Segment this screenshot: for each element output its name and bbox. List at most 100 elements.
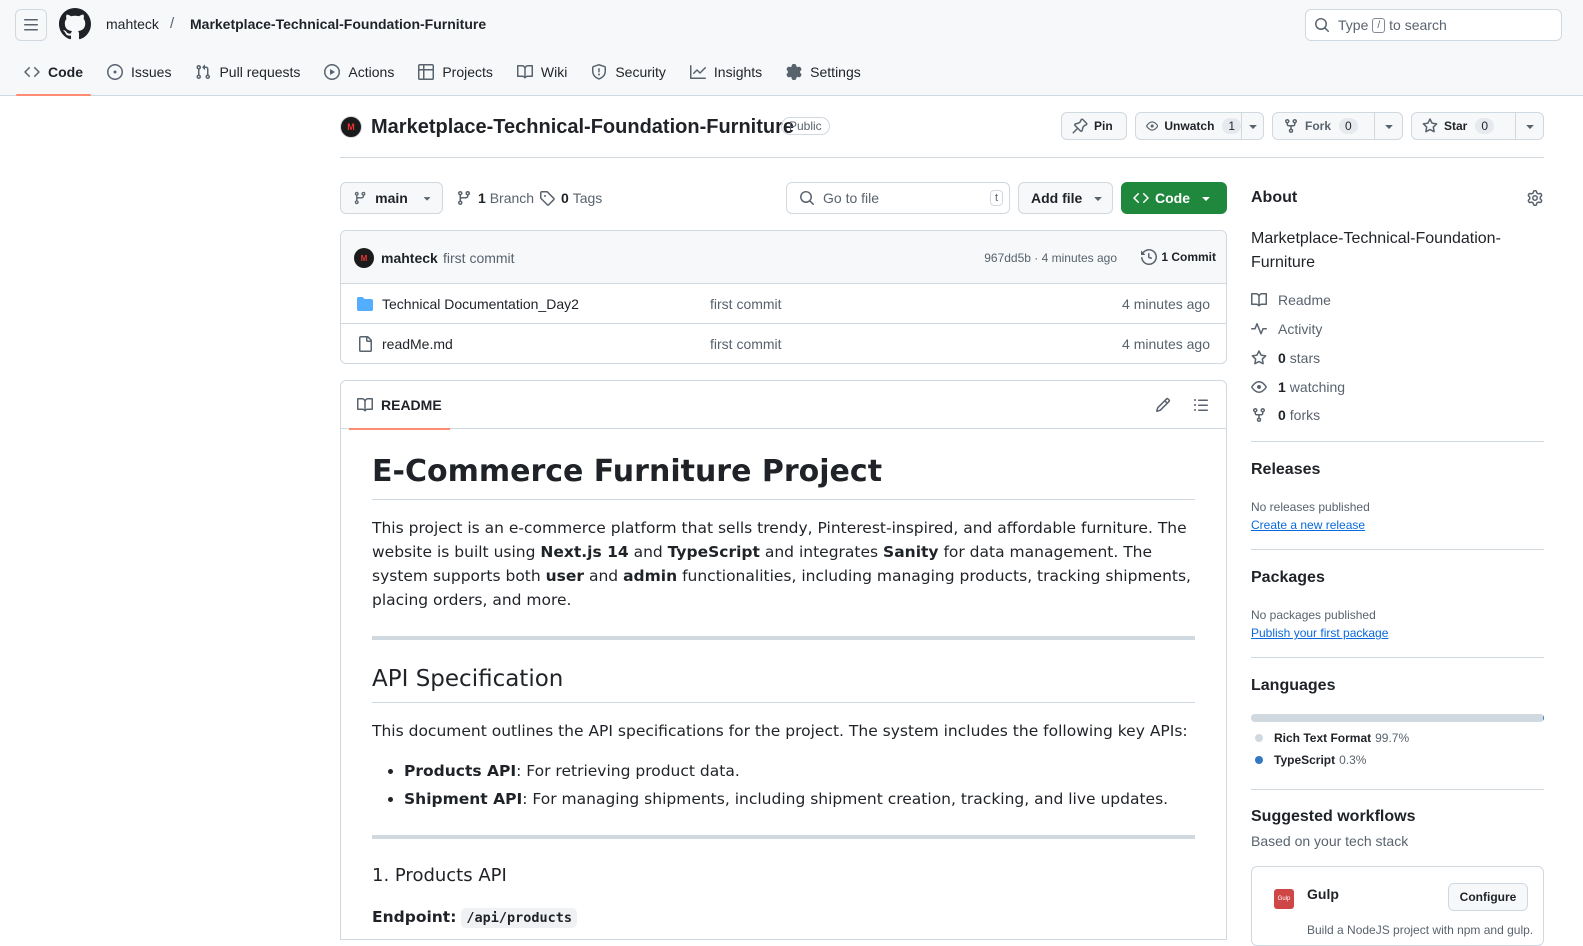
- star-icon: [1422, 118, 1438, 133]
- add-file-label: Add file: [1031, 190, 1083, 206]
- language-item[interactable]: Rich Text Format 99.7%: [1255, 731, 1409, 745]
- create-release-link[interactable]: Create a new release: [1251, 518, 1365, 532]
- about-link-readme[interactable]: Readme: [1251, 292, 1331, 308]
- file-name[interactable]: Technical Documentation_Day2: [382, 296, 579, 312]
- branches-link[interactable]: 1 Branch: [456, 190, 534, 206]
- about-description: Marketplace-Technical-Foundation-Furnitu…: [1251, 230, 1501, 271]
- search-icon: [800, 191, 814, 205]
- go-to-file-placeholder: Go to file: [823, 190, 880, 206]
- about-link-activity[interactable]: Activity: [1251, 321, 1322, 337]
- tags-link[interactable]: 0 Tags: [539, 190, 602, 206]
- tab-projects[interactable]: Projects: [410, 56, 501, 88]
- about-link-watching[interactable]: 1 watching: [1251, 379, 1345, 395]
- star-dropdown-caret[interactable]: [1515, 113, 1543, 139]
- file-icon: [359, 336, 372, 352]
- list-item: Shipment API: For managing shipments, in…: [404, 787, 1195, 811]
- fork-dropdown-caret[interactable]: [1374, 113, 1402, 139]
- code-button-label: Code: [1155, 190, 1190, 206]
- issue-icon: [107, 64, 123, 80]
- tab-security[interactable]: Security: [583, 56, 674, 88]
- triangle-down-icon: [423, 197, 431, 201]
- tab-label: Wiki: [540, 64, 568, 80]
- graph-icon: [689, 65, 706, 79]
- code-button[interactable]: Code: [1121, 182, 1227, 214]
- fork-label: Fork: [1305, 119, 1332, 133]
- triangle-down-icon: [1094, 197, 1102, 201]
- readme-tab[interactable]: README: [349, 381, 450, 430]
- file-age: 4 minutes ago: [1122, 296, 1210, 312]
- tag-count: 0: [561, 190, 569, 206]
- global-search-input[interactable]: Type / to search: [1305, 9, 1562, 41]
- breadcrumb-repo-link[interactable]: Marketplace-Technical-Foundation-Furnitu…: [190, 16, 486, 32]
- repo-title[interactable]: Marketplace-Technical-Foundation-Furnitu…: [371, 116, 794, 139]
- commit-hash-time[interactable]: 967dd5b · 4 minutes ago: [984, 251, 1117, 265]
- tab-insights[interactable]: Insights: [682, 56, 770, 88]
- global-header: mahteck / Marketplace-Technical-Foundati…: [0, 0, 1583, 96]
- tag-icon: [540, 191, 555, 206]
- github-logo-icon[interactable]: [59, 8, 91, 40]
- gear-icon[interactable]: [1527, 190, 1543, 206]
- about-link-stars[interactable]: 0 stars: [1251, 350, 1320, 366]
- sidebar-divider: [1251, 549, 1544, 550]
- go-to-file-input[interactable]: Go to file t: [786, 182, 1010, 214]
- pin-button[interactable]: Pin: [1061, 112, 1127, 140]
- language-bar-segment: [1251, 714, 1544, 722]
- file-name[interactable]: readMe.md: [382, 336, 453, 352]
- readme-endpoint: Endpoint: /api/products: [372, 905, 1195, 930]
- watch-dropdown-caret[interactable]: [1241, 113, 1263, 139]
- readme-h1: E-Commerce Furniture Project: [372, 453, 1195, 500]
- file-row[interactable]: readMe.md first commit 4 minutes ago: [341, 324, 1226, 363]
- eye-icon: [1251, 381, 1267, 393]
- commit-author[interactable]: mahteck: [381, 250, 438, 266]
- list-item: Products API: For retrieving product dat…: [404, 759, 1195, 783]
- history-icon: [1141, 249, 1158, 265]
- readme-api-intro: This document outlines the API specifica…: [372, 722, 1188, 740]
- tab-wiki[interactable]: Wiki: [509, 56, 575, 88]
- publish-package-link[interactable]: Publish your first package: [1251, 626, 1388, 640]
- releases-title[interactable]: Releases: [1251, 461, 1320, 479]
- add-file-button[interactable]: Add file: [1018, 182, 1113, 214]
- tab-settings[interactable]: Settings: [778, 56, 869, 88]
- triangle-down-icon: [1248, 125, 1257, 129]
- tab-actions[interactable]: Actions: [316, 56, 402, 88]
- eye-icon: [1146, 121, 1159, 131]
- file-commit-message[interactable]: first commit: [710, 296, 782, 312]
- tab-code[interactable]: Code: [16, 56, 91, 96]
- readme-h2: API Specification: [372, 664, 1195, 703]
- list-unordered-icon[interactable]: [1193, 397, 1209, 413]
- languages-title: Languages: [1251, 677, 1336, 694]
- tab-pull-requests[interactable]: Pull requests: [187, 56, 308, 88]
- fork-button[interactable]: Fork 0: [1272, 112, 1403, 140]
- packages-title[interactable]: Packages: [1251, 569, 1325, 587]
- unwatch-button[interactable]: Unwatch 1: [1135, 112, 1264, 140]
- commit-history-link[interactable]: 1 Commit: [1141, 249, 1216, 265]
- search-suffix: to search: [1389, 17, 1447, 33]
- search-prefix: Type: [1338, 17, 1369, 33]
- star-button[interactable]: Star 0: [1411, 112, 1544, 140]
- play-icon: [324, 64, 341, 80]
- pin-label: Pin: [1094, 119, 1113, 133]
- workflows-subtitle: Based on your tech stack: [1251, 833, 1409, 849]
- file-row[interactable]: Technical Documentation_Day2 first commi…: [341, 284, 1226, 324]
- commit-message[interactable]: first commit: [443, 250, 515, 266]
- language-item[interactable]: TypeScript 0.3%: [1255, 753, 1366, 767]
- file-commit-message[interactable]: first commit: [710, 336, 782, 352]
- workflow-name: Gulp: [1307, 886, 1339, 902]
- about-link-forks[interactable]: 0 forks: [1251, 407, 1320, 423]
- configure-button[interactable]: Configure: [1448, 883, 1528, 911]
- commit-author-avatar[interactable]: M: [354, 248, 374, 268]
- pencil-icon[interactable]: [1155, 397, 1171, 413]
- about-title: About: [1251, 189, 1298, 206]
- file-age: 4 minutes ago: [1122, 336, 1210, 352]
- search-icon: [1315, 18, 1329, 32]
- latest-commit-bar: M mahteck first commit 967dd5b · 4 minut…: [341, 231, 1226, 284]
- file-row-icon: [357, 296, 373, 312]
- sidebar-divider: [1251, 789, 1544, 790]
- gulp-logo-icon: Gulp: [1274, 889, 1294, 909]
- breadcrumb-owner-link[interactable]: mahteck: [106, 16, 159, 32]
- tab-issues[interactable]: Issues: [99, 56, 179, 88]
- hamburger-menu-button[interactable]: [15, 9, 47, 41]
- branch-name: main: [375, 190, 408, 206]
- pull-request-icon: [196, 64, 211, 80]
- branch-selector[interactable]: main: [340, 182, 443, 214]
